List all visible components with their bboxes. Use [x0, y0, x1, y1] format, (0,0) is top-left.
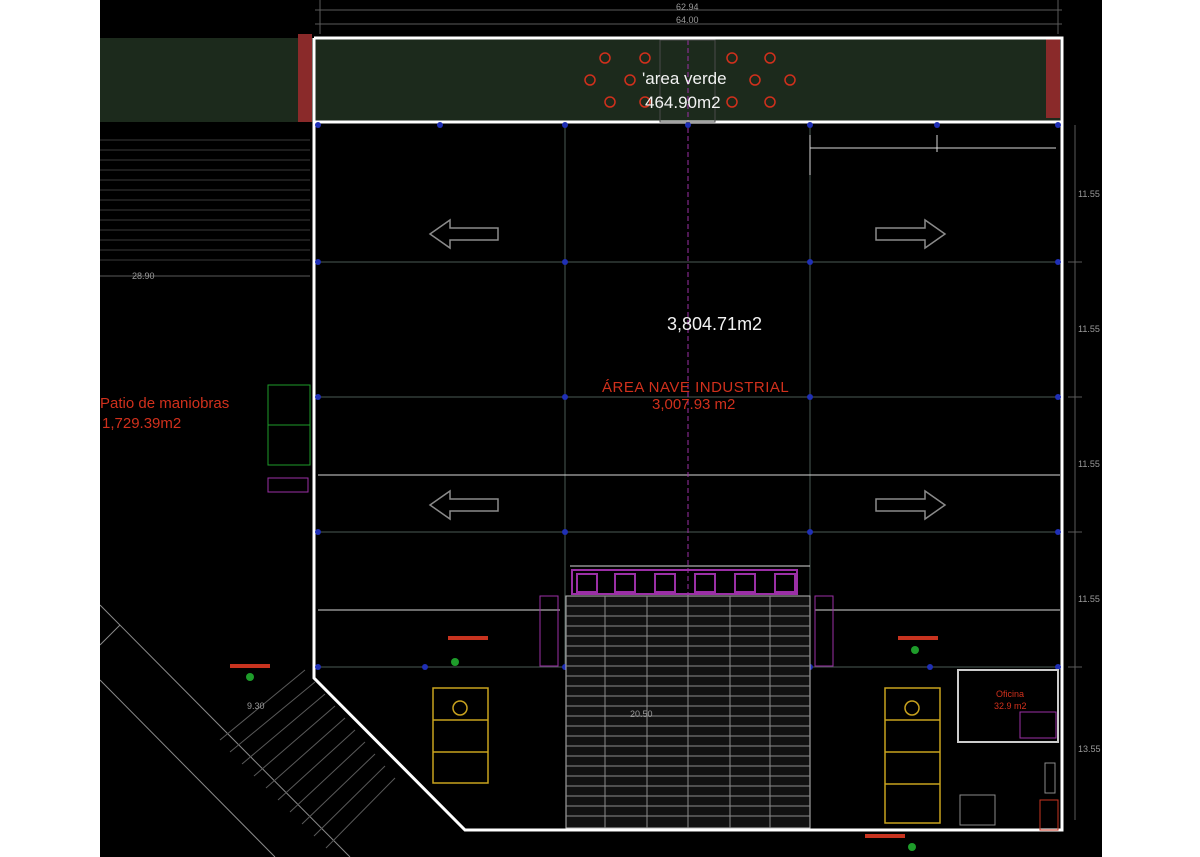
main-area-value: 3,804.71m2 [667, 314, 763, 334]
office-value: 32.9 m2 [994, 701, 1027, 711]
green-area-value: 464.90m2 [645, 93, 721, 112]
dimension-top-1: 62.94 [676, 2, 699, 12]
dimension-top-2: 64.00 [676, 15, 699, 25]
brick-wall-left [298, 34, 312, 122]
dimension-bay-3: 11.55 [1078, 459, 1100, 469]
arrow-right-icon [875, 218, 947, 521]
dimension-bay-1: 11.55 [1078, 189, 1100, 199]
nave-value: 3,007.93 m2 [652, 396, 736, 413]
patio-value: 1,729.39m2 [102, 415, 182, 432]
office-name: Oficina [996, 689, 1025, 699]
dimension-dock-width: 20.50 [630, 709, 653, 719]
cad-viewport[interactable]: 'area verde 464.90m2 3,804.71m2 ÁREA NAV… [100, 0, 1102, 857]
brick-wall-right [1046, 38, 1060, 118]
dimension-bay-5: 13.55 [1078, 744, 1101, 754]
green-area-name: 'area verde [642, 69, 727, 88]
cad-drawing [100, 0, 1082, 857]
left-hatch-area [100, 139, 310, 261]
nave-name: ÁREA NAVE INDUSTRIAL [602, 379, 790, 396]
dimension-bay-2: 11.55 [1078, 324, 1100, 334]
arrow-left-icon [428, 218, 499, 521]
guard-house [267, 384, 311, 466]
dimension-left-width: 28.90 [132, 271, 155, 281]
dock-doors [571, 569, 798, 595]
dimension-lower-left: 9.30 [247, 701, 265, 711]
loading-yard [565, 595, 811, 829]
patio-name: Patio de maniobras [100, 395, 230, 412]
green-area-strip [100, 38, 1060, 122]
dimension-bay-4: 11.55 [1078, 594, 1100, 604]
